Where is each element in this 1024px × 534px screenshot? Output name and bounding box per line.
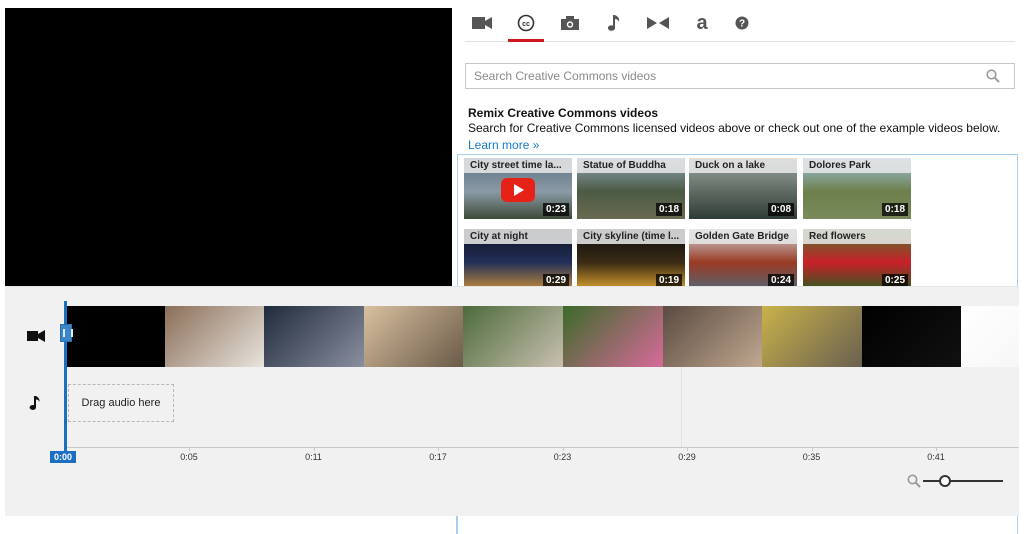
creative-commons-icon: cc [517, 14, 535, 32]
audio-drop-zone[interactable]: Drag audio here [68, 384, 174, 422]
text-a-icon: a [696, 14, 708, 32]
video-frame [463, 306, 563, 367]
video-thumbnail[interactable]: Statue of Buddha 0:18 [577, 158, 685, 219]
video-frame [762, 306, 862, 367]
music-note-icon [29, 396, 40, 410]
timeline: Drag audio here 0:05 0:11 0:17 0:23 0:29 0:35… [5, 286, 1019, 516]
search-box [465, 63, 1015, 89]
zoom-slider-track[interactable] [923, 480, 1003, 482]
ruler-tick [562, 447, 564, 451]
playhead-time: 0:00 [50, 451, 76, 463]
video-title: Golden Gate Bridge [689, 229, 797, 244]
svg-text:a: a [696, 14, 708, 32]
ruler-tick [438, 447, 439, 451]
photo-camera-icon [561, 16, 579, 30]
learn-more-link[interactable]: Learn more » [468, 138, 539, 152]
section-title: Remix Creative Commons videos [468, 106, 659, 120]
tab-creative-commons[interactable]: cc [508, 8, 544, 42]
video-title: City street time la... [464, 158, 572, 173]
video-duration: 0:08 [767, 203, 794, 216]
video-frame [164, 306, 265, 367]
tick-label: 0:41 [927, 452, 945, 462]
tab-transitions[interactable] [641, 8, 675, 38]
cc-intro: Remix Creative Commons videos Search for… [468, 106, 1018, 154]
video-title: Dolores Park [803, 158, 911, 173]
tick-label: 0:23 [553, 452, 572, 462]
video-preview[interactable] [5, 8, 452, 290]
video-title: Duck on a lake [689, 158, 797, 173]
search-input[interactable] [466, 64, 986, 88]
tick-label: 0:17 [429, 452, 447, 462]
video-frame [65, 306, 165, 367]
tick-label: 0:05 [180, 452, 198, 462]
video-duration: 0:18 [881, 203, 908, 216]
video-thumbnail[interactable]: City at night 0:29 [464, 229, 572, 290]
video-duration: 0:18 [655, 203, 682, 216]
tick-label: 0:35 [802, 452, 821, 462]
video-frame [861, 306, 962, 367]
transitions-icon [647, 17, 669, 29]
video-title: City at night [464, 229, 572, 244]
help-icon: ? [735, 16, 749, 30]
zoom-icon [907, 474, 921, 488]
zoom-slider-handle[interactable] [939, 475, 951, 487]
tab-video[interactable] [465, 8, 499, 38]
zoom-control [901, 473, 1005, 489]
video-title: City skyline (time l... [577, 229, 685, 244]
tick-label: 0:11 [305, 452, 322, 462]
video-camera-icon [472, 17, 492, 29]
video-frame [264, 306, 364, 367]
ruler-tick [811, 447, 813, 451]
video-thumbnail[interactable]: Red flowers 0:25 [803, 229, 911, 290]
timeline-guide [681, 367, 682, 447]
tab-audio[interactable] [597, 8, 631, 38]
tick-label: 0:29 [678, 452, 696, 462]
divider [456, 516, 457, 534]
video-duration: 0:23 [542, 203, 569, 216]
ruler-tick [313, 447, 315, 451]
ruler-tick [189, 447, 190, 451]
playhead-handle[interactable] [60, 324, 73, 342]
video-frame [363, 306, 464, 367]
section-description: Search for Creative Commons licensed vid… [468, 121, 1001, 135]
search-icon[interactable] [986, 69, 1000, 83]
music-note-icon [607, 15, 620, 31]
video-thumbnail[interactable]: City skyline (time l... 0:19 [577, 229, 685, 290]
video-thumbnail[interactable]: City street time la... 0:23 [464, 158, 572, 219]
svg-text:?: ? [739, 19, 745, 30]
ruler-tick [687, 447, 688, 451]
time-ruler [65, 447, 1019, 448]
tab-help[interactable]: ? [725, 8, 759, 38]
tab-photo[interactable] [553, 8, 587, 38]
video-thumbnail[interactable]: Golden Gate Bridge 0:24 [689, 229, 797, 290]
video-track[interactable] [65, 306, 1019, 367]
video-frame [562, 306, 663, 367]
video-title: Statue of Buddha [577, 158, 685, 173]
tool-tabs: cc a ? [465, 0, 1015, 42]
video-editor: cc a ? Remix Creative Commons videos Sea… [0, 0, 1024, 534]
video-title: Red flowers [803, 229, 911, 244]
video-frame [961, 306, 1019, 367]
play-icon[interactable] [501, 178, 535, 202]
video-thumbnail[interactable]: Duck on a lake 0:08 [689, 158, 797, 219]
svg-text:cc: cc [522, 21, 530, 28]
video-track-icon [27, 330, 45, 342]
ruler-tick [936, 447, 937, 451]
video-thumbnail[interactable]: Dolores Park 0:18 [803, 158, 911, 219]
tab-text[interactable]: a [685, 8, 719, 38]
video-frame [662, 306, 763, 367]
